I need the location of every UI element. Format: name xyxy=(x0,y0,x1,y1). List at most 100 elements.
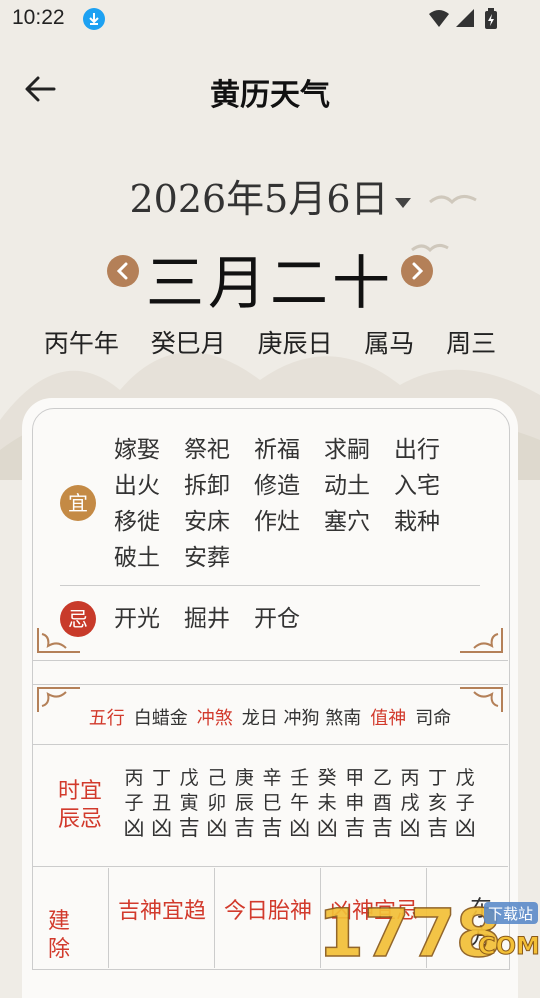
jianchu-label: 建除 xyxy=(48,909,71,962)
yi-item: 安葬 xyxy=(184,545,230,571)
hour-zhi: 巳 xyxy=(262,792,282,814)
hour-gan: 戊 xyxy=(179,767,199,789)
ganzhi-row: 丙午年 癸巳月 庚辰日 属马 周三 xyxy=(0,324,540,360)
hour-gan: 丁 xyxy=(428,767,448,789)
cell-signal-icon xyxy=(456,9,474,27)
jishen-cell: 吉神宜趋 xyxy=(108,868,215,968)
hour-column: 甲申吉 xyxy=(341,766,369,841)
hour-gan: 辛 xyxy=(262,767,282,789)
yi-item: 塞穴 xyxy=(324,509,370,535)
hour-luck: 凶 xyxy=(289,816,311,840)
hour-gan: 己 xyxy=(207,767,227,789)
zhishen-label: 值神 xyxy=(370,708,407,729)
hour-column: 戊子凶 xyxy=(451,766,479,841)
hour-luck-label: 时宜 辰忌 xyxy=(58,778,102,834)
ganzhi-year: 丙午年 xyxy=(43,329,119,358)
ganzhi-month: 癸巳月 xyxy=(150,329,226,358)
yi-item: 作灶 xyxy=(254,509,300,535)
yi-item: 破土 xyxy=(114,545,160,571)
corner-ornament-icon xyxy=(37,628,80,653)
wifi-icon xyxy=(429,10,449,27)
hour-zhi: 卯 xyxy=(207,792,227,814)
hour-zhi: 酉 xyxy=(372,792,392,814)
yi-item: 入宅 xyxy=(394,473,440,499)
hour-luck: 吉 xyxy=(371,816,393,840)
hour-column: 丁丑凶 xyxy=(148,766,176,841)
hour-gan: 丁 xyxy=(152,767,172,789)
ji-item: 开光 xyxy=(114,606,160,632)
zhishen-value: 司命 xyxy=(415,708,452,729)
hour-gan: 癸 xyxy=(317,767,337,789)
wuxing-row: 五行 白蜡金 冲煞 龙日 冲狗 煞南 值神 司命 xyxy=(22,704,518,730)
hour-zhi: 丑 xyxy=(152,792,172,814)
hour-luck: 吉 xyxy=(344,816,366,840)
site-watermark: 1778 下载站 COM xyxy=(317,898,540,960)
caret-down-icon xyxy=(394,197,411,208)
hour-column: 壬午凶 xyxy=(286,766,314,841)
hour-column: 癸未凶 xyxy=(313,766,341,841)
chongsha-value: 龙日 冲狗 煞南 xyxy=(241,708,362,729)
hour-luck: 凶 xyxy=(151,816,173,840)
date-picker[interactable]: 2026年5月6日 xyxy=(0,168,540,223)
hour-column: 丁亥吉 xyxy=(424,766,452,841)
hour-zhi: 戌 xyxy=(400,792,420,814)
battery-icon xyxy=(485,8,497,29)
yi-item: 修造 xyxy=(254,473,300,499)
taishen-label: 今日胎神 xyxy=(224,899,313,924)
hour-luck: 吉 xyxy=(178,816,200,840)
divider xyxy=(32,744,508,745)
watermark-com: COM xyxy=(478,932,540,960)
hour-gan: 丙 xyxy=(124,767,144,789)
hour-gan: 甲 xyxy=(345,767,365,789)
app-bar: 黄历天气 xyxy=(0,56,540,122)
hour-luck: 凶 xyxy=(316,816,338,840)
hour-zhi: 子 xyxy=(455,792,475,814)
hour-luck: 凶 xyxy=(206,816,228,840)
yi-badge: 宜 xyxy=(60,485,96,521)
hour-gan: 戊 xyxy=(455,767,475,789)
hour-luck: 凶 xyxy=(123,816,145,840)
hour-luck: 吉 xyxy=(427,816,449,840)
chevron-right-icon xyxy=(412,262,424,280)
hour-column: 丙戌凶 xyxy=(396,766,424,841)
hour-zhi: 午 xyxy=(290,792,310,814)
weekday: 周三 xyxy=(446,329,497,358)
yi-item: 祈福 xyxy=(254,437,300,463)
yi-item: 求嗣 xyxy=(324,437,370,463)
divider xyxy=(32,660,508,661)
watermark-sub: 下载站 xyxy=(488,905,533,923)
taishen-cell: 今日胎神 xyxy=(214,868,321,968)
yi-item: 拆卸 xyxy=(184,473,230,499)
hour-gan: 壬 xyxy=(290,767,310,789)
hour-luck: 凶 xyxy=(454,816,476,840)
hour-zhi: 亥 xyxy=(428,792,448,814)
hour-column: 戊寅吉 xyxy=(175,766,203,841)
hour-luck: 凶 xyxy=(399,816,421,840)
yi-item: 嫁娶 xyxy=(114,437,160,463)
yi-list: 嫁娶 祭祀 祈福 求嗣 出行 出火 拆卸 修造 动土 入宅 移徙 安床 作灶 塞… xyxy=(114,432,474,576)
solar-date: 2026年5月6日 xyxy=(129,177,389,221)
yi-item: 出火 xyxy=(114,473,160,499)
chongsha-label: 冲煞 xyxy=(196,708,233,729)
hour-zhi: 未 xyxy=(317,792,337,814)
yi-item: 移徙 xyxy=(114,509,160,535)
hour-luck-label-line: 辰忌 xyxy=(58,807,103,832)
hour-column: 庚辰吉 xyxy=(230,766,258,841)
hour-gan: 庚 xyxy=(234,767,254,789)
hour-zhi: 辰 xyxy=(234,792,254,814)
ganzhi-day: 庚辰日 xyxy=(257,329,333,358)
hour-zhi: 子 xyxy=(124,792,144,814)
yi-item: 祭祀 xyxy=(184,437,230,463)
yi-item: 动土 xyxy=(324,473,370,499)
hour-column: 丙子凶 xyxy=(120,766,148,841)
jishen-label: 吉神宜趋 xyxy=(118,899,207,924)
jianchu-cell: 建除 xyxy=(32,868,109,968)
wuxing-label: 五行 xyxy=(88,708,125,729)
next-day-button[interactable] xyxy=(401,255,433,287)
zodiac: 属马 xyxy=(364,329,415,358)
hour-luck: 吉 xyxy=(233,816,255,840)
corner-ornament-icon xyxy=(460,628,503,653)
divider xyxy=(60,585,480,586)
yi-item: 出行 xyxy=(394,437,440,463)
divider xyxy=(32,684,508,685)
